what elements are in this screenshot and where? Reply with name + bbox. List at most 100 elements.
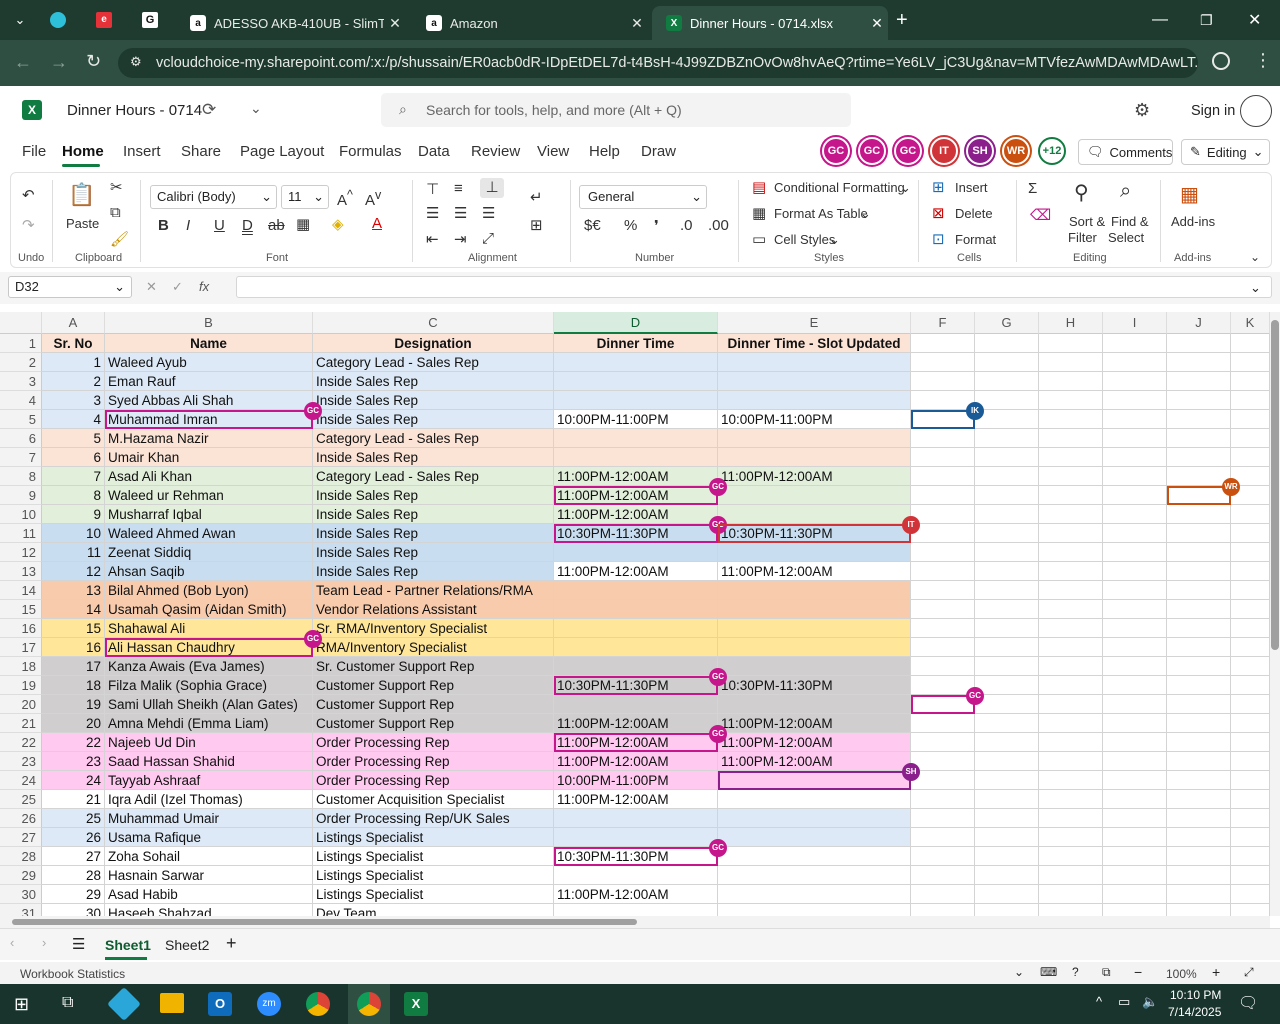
empty-cell[interactable] [975, 581, 1039, 600]
sr-no-cell[interactable]: 11 [42, 543, 105, 562]
empty-cell[interactable] [911, 828, 975, 847]
designation-cell[interactable]: Category Lead - Sales Rep [313, 353, 554, 372]
empty-cell[interactable] [1039, 524, 1103, 543]
empty-cell[interactable] [975, 638, 1039, 657]
empty-cell[interactable] [1231, 353, 1270, 372]
sr-no-cell[interactable]: 30 [42, 904, 105, 916]
collaborator-presence-badge[interactable]: SH [902, 763, 920, 781]
designation-cell[interactable]: Category Lead - Sales Rep [313, 429, 554, 448]
designation-cell[interactable]: Order Processing Rep [313, 733, 554, 752]
empty-cell[interactable] [1103, 410, 1167, 429]
percent-format-icon[interactable]: % [624, 217, 637, 234]
header-cell-name[interactable]: Name [105, 334, 313, 353]
empty-cell[interactable] [1231, 904, 1270, 916]
sr-no-cell[interactable]: 26 [42, 828, 105, 847]
empty-cell[interactable] [1231, 543, 1270, 562]
designation-cell[interactable]: Customer Support Rep [313, 714, 554, 733]
browser-tab[interactable]: a Amazon ✕ [412, 6, 648, 40]
font-color-icon[interactable]: A [372, 215, 382, 232]
redo-icon[interactable]: ↷ [22, 216, 35, 234]
slot-updated-cell[interactable]: 10:30PM-11:30PM [718, 676, 911, 695]
name-box[interactable]: D32 ⌄ [8, 276, 132, 298]
empty-cell[interactable] [975, 847, 1039, 866]
row-header[interactable]: 11 [0, 524, 42, 543]
empty-cell[interactable] [1231, 619, 1270, 638]
number-format-dropdown[interactable]: General ⌄ [579, 185, 707, 209]
empty-cell[interactable] [1103, 790, 1167, 809]
empty-cell[interactable] [1039, 695, 1103, 714]
chevron-down-icon[interactable]: ⌄ [860, 206, 871, 222]
empty-cell[interactable] [1103, 334, 1167, 353]
empty-cell[interactable] [1231, 771, 1270, 790]
name-cell[interactable]: Waleed ur Rehman [105, 486, 313, 505]
row-header[interactable]: 22 [0, 733, 42, 752]
slot-updated-cell[interactable] [718, 885, 911, 904]
chevron-down-icon[interactable]: ⌄ [900, 180, 911, 196]
empty-cell[interactable] [975, 733, 1039, 752]
sr-no-cell[interactable]: 19 [42, 695, 105, 714]
sr-no-cell[interactable]: 18 [42, 676, 105, 695]
name-cell[interactable]: Asad Habib [105, 885, 313, 904]
empty-cell[interactable] [1039, 581, 1103, 600]
borders-icon[interactable]: ▦ [296, 215, 310, 233]
dinner-time-cell[interactable] [554, 904, 718, 916]
row-header[interactable]: 16 [0, 619, 42, 638]
close-tab-icon[interactable]: ✕ [626, 15, 648, 32]
empty-cell[interactable] [1167, 904, 1231, 916]
row-header[interactable]: 7 [0, 448, 42, 467]
empty-cell[interactable] [975, 467, 1039, 486]
name-cell[interactable]: Sami Ullah Sheikh (Alan Gates) [105, 695, 313, 714]
collaborator-avatar[interactable]: GC [822, 137, 850, 165]
empty-cell[interactable] [1231, 676, 1270, 695]
empty-cell[interactable] [1103, 543, 1167, 562]
empty-cell[interactable] [975, 904, 1039, 916]
slot-updated-cell[interactable] [718, 486, 911, 505]
empty-cell[interactable] [1103, 828, 1167, 847]
collaborator-presence-badge[interactable]: GC [709, 668, 727, 686]
notifications-icon[interactable]: 🗨 [1238, 993, 1258, 1013]
dinner-time-cell[interactable] [554, 543, 718, 562]
column-header-f[interactable]: F [911, 312, 975, 334]
empty-cell[interactable] [1103, 771, 1167, 790]
file-name[interactable]: Dinner Hours - 0714 [67, 102, 202, 119]
empty-cell[interactable] [1039, 467, 1103, 486]
collaborator-presence-badge[interactable]: GC [966, 687, 984, 705]
empty-cell[interactable] [911, 733, 975, 752]
empty-cell[interactable] [1039, 410, 1103, 429]
vertical-scroll-thumb[interactable] [1271, 320, 1279, 650]
header-cell-slot-updated[interactable]: Dinner Time - Slot Updated [718, 334, 911, 353]
align-center-icon[interactable]: ☰ [454, 204, 467, 222]
empty-cell[interactable] [1039, 828, 1103, 847]
slot-updated-cell[interactable] [718, 505, 911, 524]
empty-cell[interactable] [1167, 809, 1231, 828]
delete-cells-button[interactable]: Delete [955, 206, 993, 221]
empty-cell[interactable] [1039, 809, 1103, 828]
empty-cell[interactable] [975, 486, 1039, 505]
site-info-icon[interactable]: ⚙ [130, 54, 142, 70]
designation-cell[interactable]: Inside Sales Rep [313, 391, 554, 410]
empty-cell[interactable] [911, 600, 975, 619]
network-icon[interactable]: ▭ [1118, 994, 1130, 1010]
row-header[interactable]: 18 [0, 657, 42, 676]
empty-cell[interactable] [1103, 372, 1167, 391]
insert-function-button[interactable]: fx [199, 279, 209, 294]
select-all-corner[interactable] [0, 312, 42, 334]
row-header[interactable]: 4 [0, 391, 42, 410]
collaborator-avatar[interactable]: WR [1002, 137, 1030, 165]
file-explorer-icon[interactable] [160, 993, 184, 1013]
empty-cell[interactable] [911, 714, 975, 733]
reload-icon[interactable]: ↻ [86, 51, 101, 72]
designation-cell[interactable]: Inside Sales Rep [313, 562, 554, 581]
increase-decimal-icon[interactable]: .0 [680, 217, 693, 234]
decrease-indent-icon[interactable]: ⇤ [426, 230, 439, 248]
dinner-time-cell[interactable] [554, 448, 718, 467]
settings-gear-icon[interactable]: ⚙ [1134, 100, 1150, 121]
dinner-time-cell[interactable]: 10:00PM-11:00PM [554, 410, 718, 429]
empty-cell[interactable] [911, 524, 975, 543]
paste-button[interactable]: Paste [66, 216, 99, 231]
empty-cell[interactable] [911, 562, 975, 581]
column-header-e[interactable]: E [718, 312, 911, 334]
empty-cell[interactable] [1167, 847, 1231, 866]
name-cell[interactable]: Usama Rafique [105, 828, 313, 847]
collaborator-presence-badge[interactable]: GC [709, 478, 727, 496]
